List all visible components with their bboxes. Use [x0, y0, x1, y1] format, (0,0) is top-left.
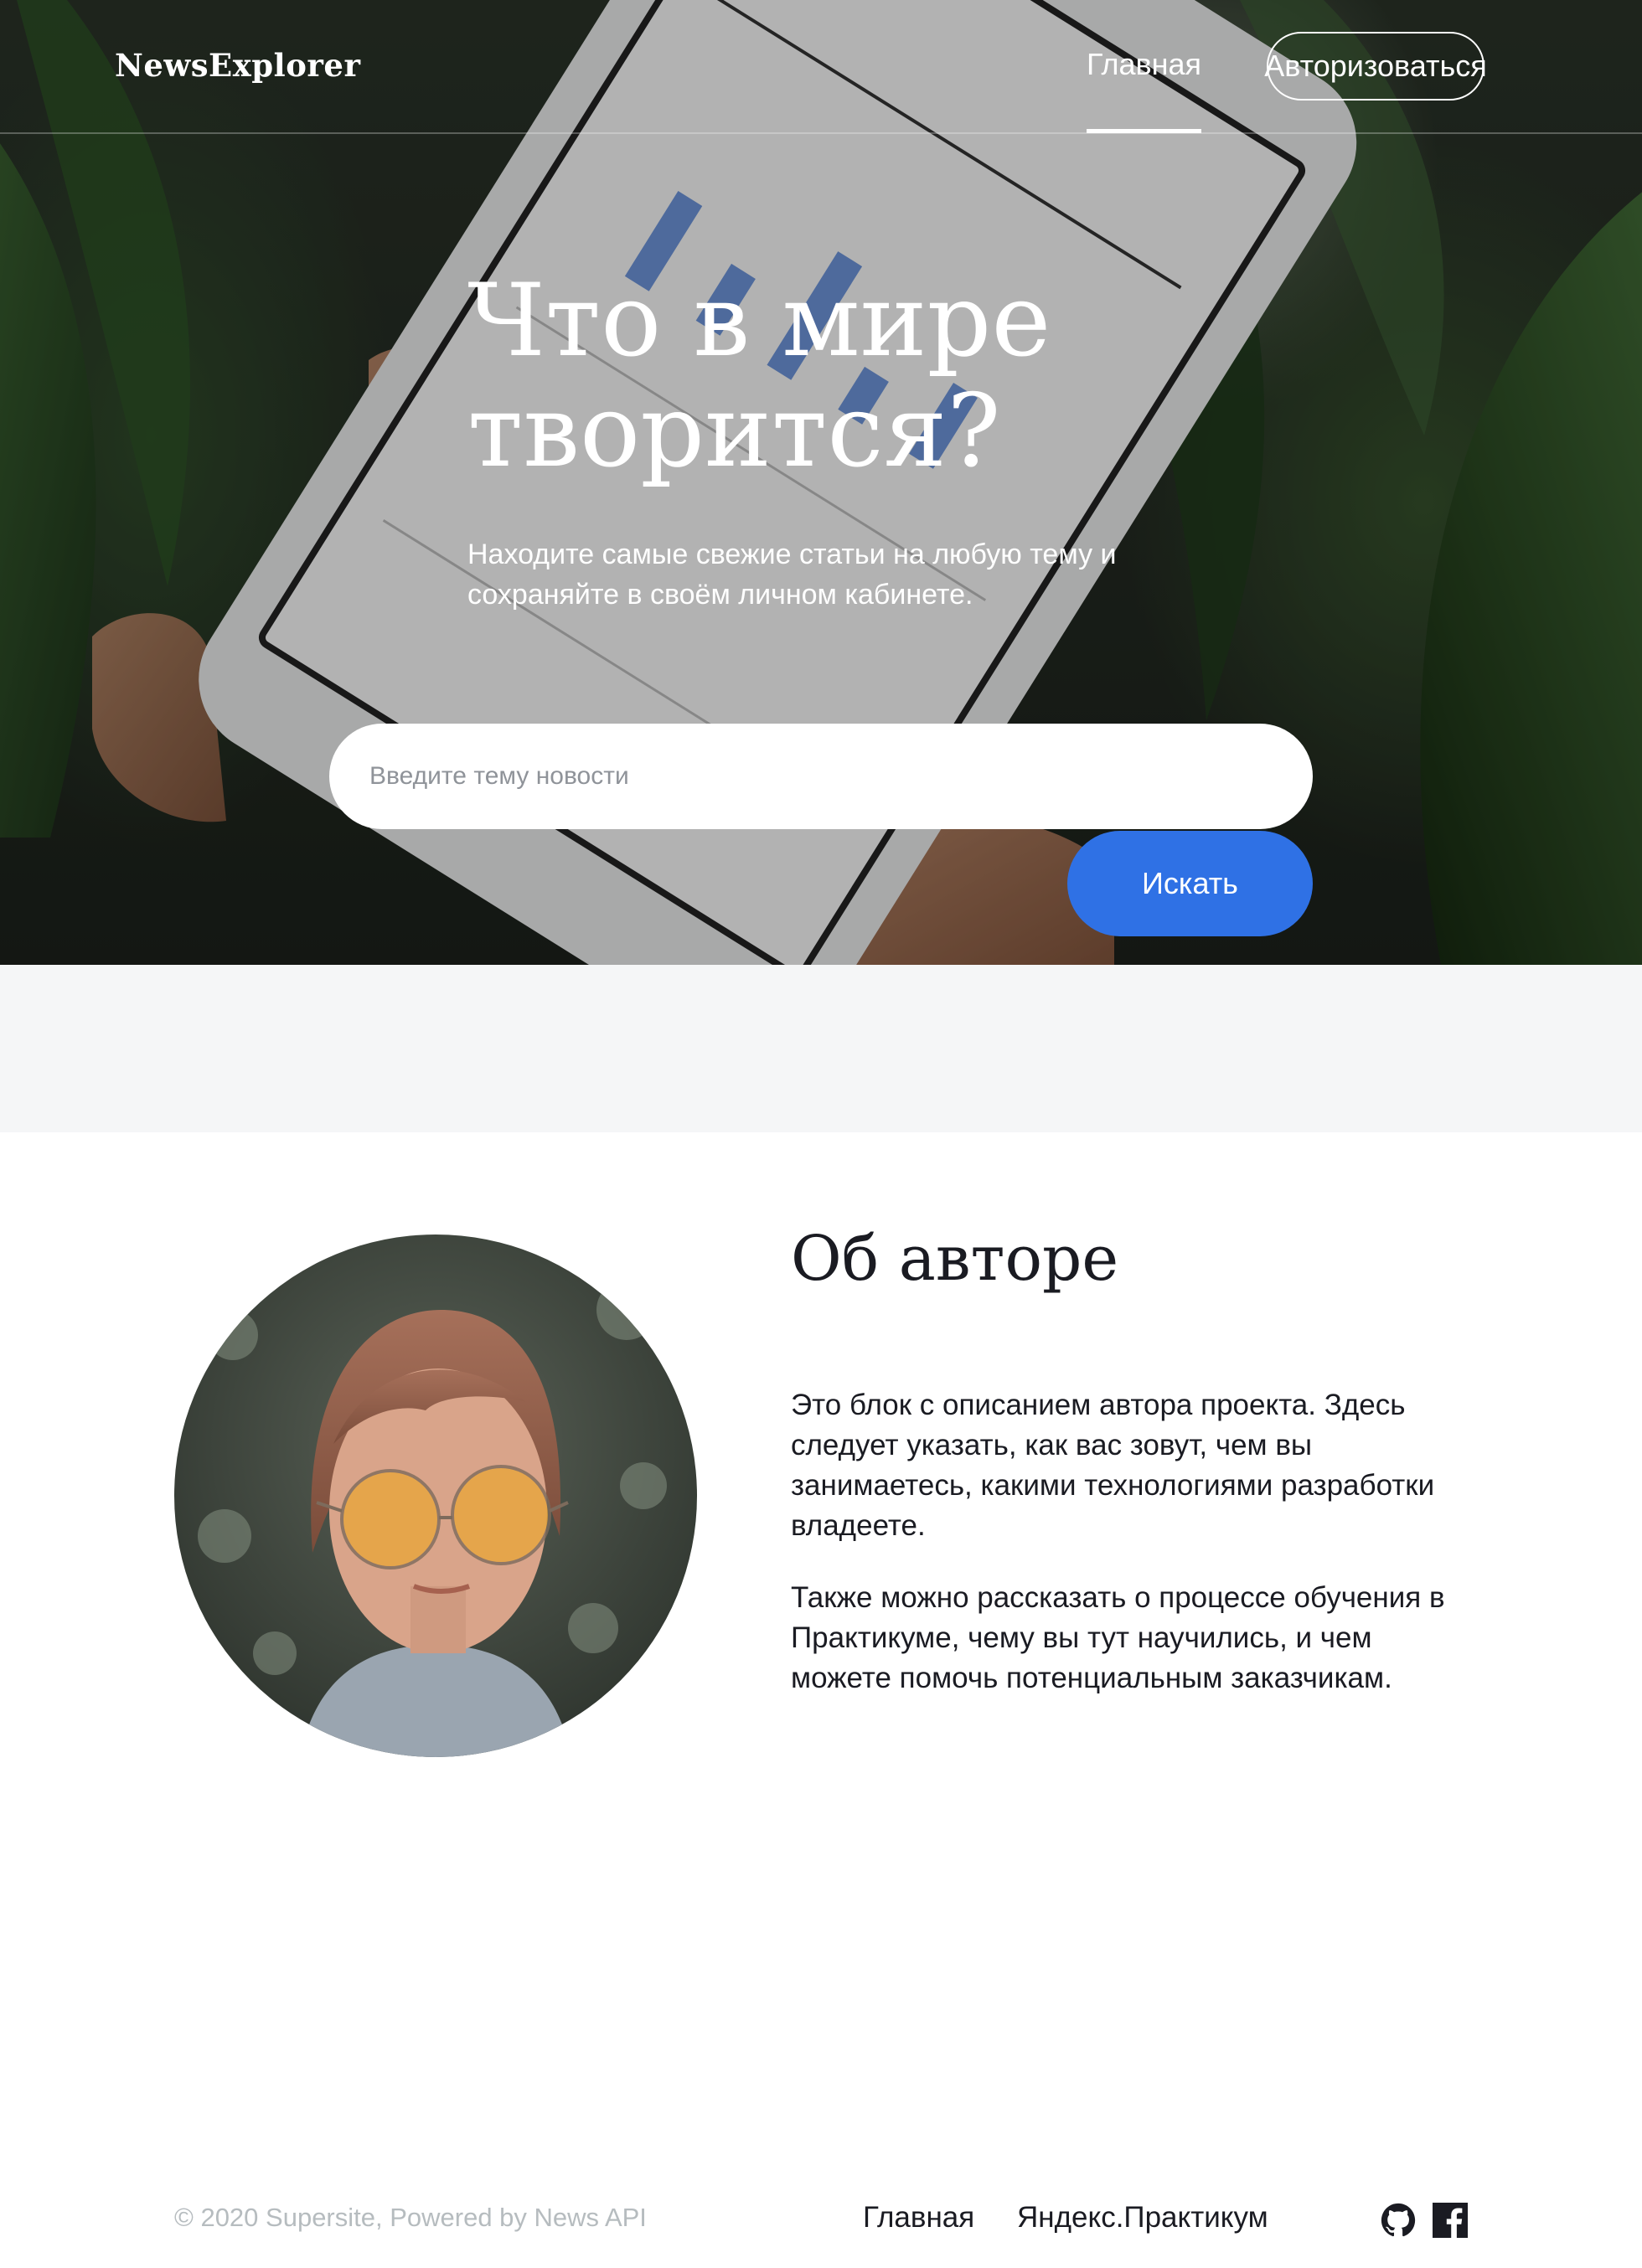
- nav-link-home[interactable]: Главная: [1087, 47, 1201, 82]
- logo[interactable]: NewsExplorer: [115, 47, 360, 84]
- footer-link-praktikum[interactable]: Яндекс.Практикум: [1017, 2201, 1268, 2234]
- author-photo: [174, 1235, 697, 1757]
- github-icon[interactable]: [1381, 2203, 1416, 2238]
- author-avatar: [174, 1235, 697, 1757]
- hero-title: Что в мире творится?: [467, 263, 1051, 490]
- login-button[interactable]: Авторизоваться: [1264, 32, 1487, 101]
- nav-active-indicator: [1087, 129, 1201, 133]
- about-paragraph-2: Также можно рассказать о процессе обучен…: [791, 1581, 1445, 1694]
- footer-link-home[interactable]: Главная: [863, 2201, 974, 2234]
- search-button[interactable]: Искать: [1067, 831, 1313, 936]
- facebook-icon[interactable]: [1433, 2203, 1468, 2238]
- about-title: Об авторе: [791, 1223, 1119, 1295]
- copyright-text: © 2020 Supersite, Powered by News API: [174, 2203, 647, 2232]
- results-placeholder-band: [0, 965, 1642, 1132]
- about-paragraph-1: Это блок с описанием автора проекта. Зде…: [791, 1389, 1435, 1542]
- hero-subtitle: Находите самые свежие статьи на любую те…: [467, 539, 1117, 611]
- hero-section: NewsExplorer Главная Авторизоваться Что …: [0, 0, 1642, 965]
- site-header: NewsExplorer Главная Авторизоваться: [0, 0, 1642, 134]
- search-input[interactable]: [329, 724, 1313, 829]
